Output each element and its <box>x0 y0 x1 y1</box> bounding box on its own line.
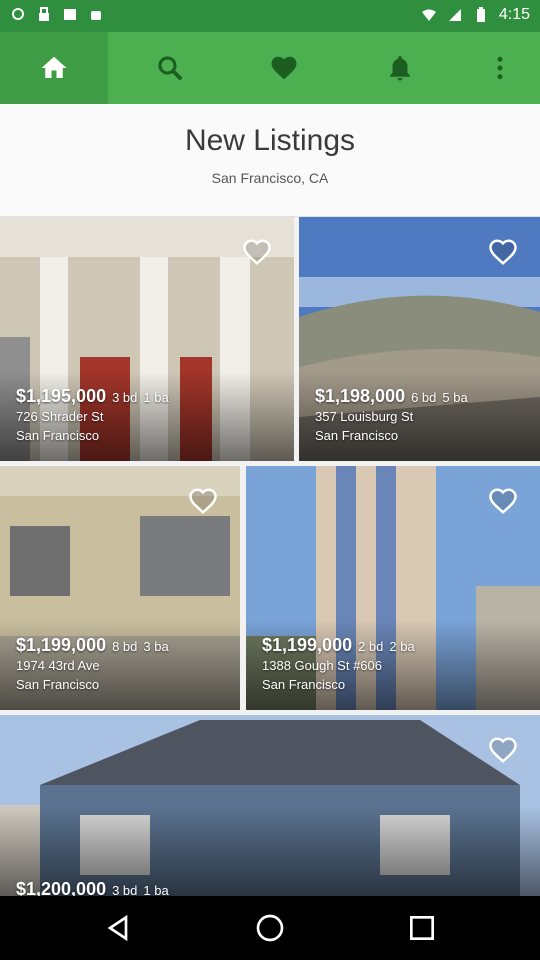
more-options-button[interactable] <box>460 32 540 104</box>
notification-icons <box>10 6 104 22</box>
favorite-heart-icon[interactable] <box>488 735 518 765</box>
price-line: $1,200,000 3 bd 1 ba <box>16 879 169 896</box>
favorite-heart-icon[interactable] <box>242 237 272 267</box>
listing-beds: 8 bd <box>112 639 138 654</box>
listing-address: 1388 Gough St #606 <box>262 658 382 673</box>
android-icon <box>91 11 101 20</box>
clock: 4:15 <box>498 6 530 23</box>
listing-price: $1,195,000 <box>16 386 107 406</box>
search-icon <box>158 56 182 80</box>
battery-icon <box>476 7 485 22</box>
bell-icon <box>390 56 410 81</box>
favorites-button[interactable] <box>230 32 338 104</box>
price-line: $1,198,000 6 bd 5 ba <box>315 386 468 407</box>
listing-baths: 2 ba <box>389 639 415 654</box>
lock-icon <box>39 7 49 21</box>
listing-price: $1,198,000 <box>315 386 406 406</box>
listing-info: $1,199,000 2 bd 2 ba 1388 Gough St #606 Sa… <box>262 635 415 694</box>
listing-address: 726 Shrader St <box>16 409 104 424</box>
listing-card[interactable]: $1,199,000 2 bd 2 ba 1388 Gough St #606 Sa… <box>246 466 540 710</box>
listing-card[interactable]: $1,199,000 8 bd 3 ba 1974 43rd Ave San Fra… <box>0 466 240 710</box>
system-indicators: 4:15 <box>421 6 530 24</box>
listing-address: 1974 43rd Ave <box>16 658 100 673</box>
listing-baths: 5 ba <box>442 390 468 405</box>
home-icon <box>41 56 67 78</box>
more-vert-icon <box>497 56 503 80</box>
listing-info: $1,200,000 3 bd 1 ba <box>16 879 169 896</box>
price-line: $1,199,000 8 bd 3 ba <box>16 635 169 656</box>
listing-city: San Francisco <box>262 677 346 692</box>
listings-header: New Listings San Francisco, CA <box>0 104 540 217</box>
recents-icon[interactable] <box>406 912 438 944</box>
signal-icon <box>448 9 461 21</box>
listing-beds: 6 bd <box>411 390 437 405</box>
listing-info: $1,198,000 6 bd 5 ba 357 Louisburg St San … <box>315 386 468 445</box>
listing-beds: 2 bd <box>358 639 384 654</box>
main-toolbar <box>0 32 540 104</box>
listing-beds: 3 bd <box>112 390 138 405</box>
listing-baths: 1 ba <box>143 883 169 896</box>
status-bar: 4:15 <box>0 0 540 32</box>
system-nav-bar <box>0 896 540 960</box>
price-line: $1,195,000 3 bd 1 ba <box>16 386 169 407</box>
sync-icon <box>12 8 24 20</box>
listing-city: San Francisco <box>315 428 399 443</box>
listing-city: San Francisco <box>16 677 100 692</box>
listing-card[interactable]: $1,195,000 3 bd 1 ba 726 Shrader St San Fr… <box>0 217 294 461</box>
listing-info: $1,199,000 8 bd 3 ba 1974 43rd Ave San Fra… <box>16 635 169 694</box>
listing-price: $1,199,000 <box>16 635 107 655</box>
wifi-icon <box>421 9 436 21</box>
search-button[interactable] <box>116 32 224 104</box>
listing-address: 357 Louisburg St <box>315 409 414 424</box>
listing-card[interactable]: $1,198,000 6 bd 5 ba 357 Louisburg St San … <box>299 217 540 461</box>
listing-city: San Francisco <box>16 428 100 443</box>
listing-card[interactable]: $1,200,000 3 bd 1 ba <box>0 715 540 896</box>
favorite-heart-icon[interactable] <box>488 237 518 267</box>
listing-baths: 3 ba <box>143 639 169 654</box>
favorite-heart-icon[interactable] <box>488 486 518 516</box>
page-title: New Listings <box>184 124 356 157</box>
favorite-heart-icon[interactable] <box>188 486 218 516</box>
listing-baths: 1 ba <box>143 390 169 405</box>
listing-price: $1,200,000 <box>16 879 107 896</box>
back-icon[interactable] <box>102 912 134 944</box>
listing-info: $1,195,000 3 bd 1 ba 726 Shrader St San Fr… <box>16 386 169 445</box>
heart-icon <box>271 56 297 80</box>
listing-beds: 3 bd <box>112 883 138 896</box>
download-icon <box>64 9 76 20</box>
notifications-button[interactable] <box>346 32 454 104</box>
home-button[interactable] <box>0 32 108 104</box>
location-label: San Francisco, CA <box>211 170 329 186</box>
price-line: $1,199,000 2 bd 2 ba <box>262 635 415 656</box>
listing-price: $1,199,000 <box>262 635 353 655</box>
home-circle-icon[interactable] <box>254 912 286 944</box>
